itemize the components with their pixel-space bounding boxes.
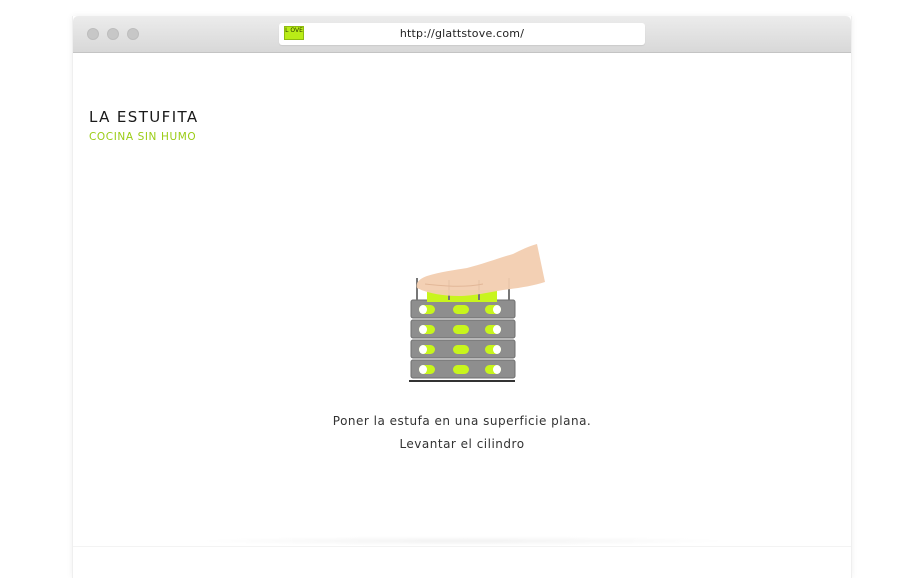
close-window-button[interactable] xyxy=(87,28,99,40)
browser-titlebar: L OVE http://glattstove.com/ xyxy=(73,16,851,53)
url-text[interactable]: http://glattstove.com/ xyxy=(279,23,645,45)
brand-title[interactable]: LA ESTUFITA xyxy=(89,108,199,126)
page: L OVE http://glattstove.com/ LA ESTUFITA… xyxy=(0,0,924,578)
zoom-window-button[interactable] xyxy=(127,28,139,40)
browser-window: L OVE http://glattstove.com/ LA ESTUFITA… xyxy=(72,16,852,578)
brand-subtitle: COCINA SIN HUMO xyxy=(89,131,197,143)
footer-band xyxy=(73,546,851,578)
instruction-line-2: Levantar el cilindro xyxy=(399,437,525,451)
instruction-line-1: Poner la estufa en una superficie plana. xyxy=(332,414,592,428)
stove-with-hand-icon xyxy=(403,226,553,396)
minimize-window-button[interactable] xyxy=(107,28,119,40)
content-shadow xyxy=(193,536,733,546)
address-bar[interactable]: L OVE http://glattstove.com/ xyxy=(279,23,645,45)
